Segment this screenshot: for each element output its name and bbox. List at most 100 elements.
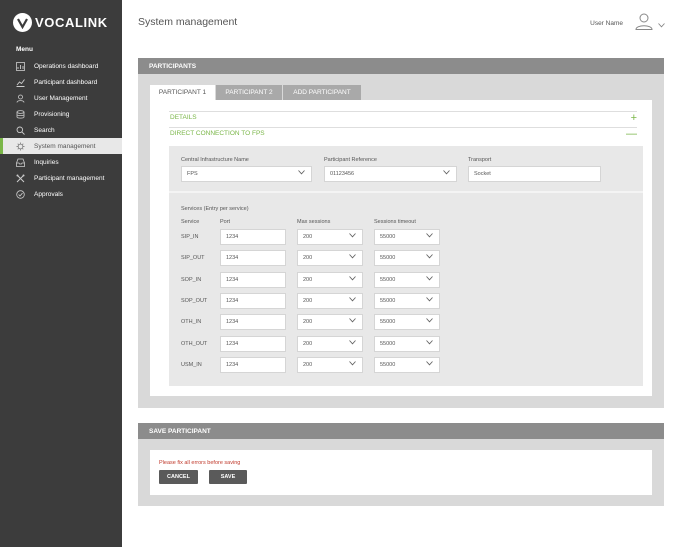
service-row: USM_IN 1234 200 55000 xyxy=(169,357,643,373)
timeout-select[interactable]: 55000 xyxy=(374,357,440,373)
timeout-value: 55000 xyxy=(380,277,396,283)
service-name: SIP_OUT xyxy=(181,255,205,261)
port-input[interactable]: 1234 xyxy=(220,357,286,373)
users-icon xyxy=(16,94,25,103)
service-row: SOP_OUT 1234 200 55000 xyxy=(169,293,643,309)
tab-content: DETAILS + DIRECT CONNECTION TO FPS — Cen… xyxy=(150,100,652,396)
participants-panel: PARTICIPANTS PARTICIPANT 1 PARTICIPANT 2… xyxy=(138,58,664,408)
max-sessions-select[interactable]: 200 xyxy=(297,357,363,373)
timeout-select[interactable]: 55000 xyxy=(374,336,440,352)
timeout-value: 55000 xyxy=(380,255,396,261)
col-max-header: Max sessions xyxy=(297,219,331,225)
max-sessions-select[interactable]: 200 xyxy=(297,336,363,352)
sidebar-item-system-management[interactable]: System management xyxy=(0,138,122,154)
details-accordion[interactable]: DETAILS + xyxy=(169,111,637,124)
sidebar-item-label: User Management xyxy=(34,94,88,102)
participants-panel-title: PARTICIPANTS xyxy=(138,58,664,74)
cancel-button[interactable]: CANCEL xyxy=(159,470,198,484)
service-name: SIP_IN xyxy=(181,234,199,240)
max-sessions-select[interactable]: 200 xyxy=(297,229,363,245)
save-button[interactable]: SAVE xyxy=(209,470,247,484)
sidebar-item-label: Search xyxy=(34,126,55,134)
chevron-down-icon xyxy=(426,297,433,304)
port-input[interactable]: 1234 xyxy=(220,314,286,330)
form-divider xyxy=(169,191,643,193)
user-menu[interactable]: User Name xyxy=(590,12,665,35)
port-input[interactable]: 1234 xyxy=(220,336,286,352)
service-name: SOP_IN xyxy=(181,277,202,283)
save-panel-title: SAVE PARTICIPANT xyxy=(138,423,664,439)
tab-add-participant[interactable]: ADD PARTICIPANT xyxy=(283,85,361,100)
chevron-down-icon xyxy=(349,297,356,304)
error-message: Please fix all errors before saving xyxy=(159,460,241,466)
max-sessions-select[interactable]: 200 xyxy=(297,293,363,309)
sidebar-item-operations-dashboard[interactable]: Operations dashboard xyxy=(0,58,122,74)
chevron-down-icon xyxy=(426,340,433,347)
sidebar-item-user-management[interactable]: User Management xyxy=(0,90,122,106)
timeout-select[interactable]: 55000 xyxy=(374,293,440,309)
sidebar-item-approvals[interactable]: Approvals xyxy=(0,186,122,202)
tab-participant-2[interactable]: PARTICIPANT 2 xyxy=(216,85,282,100)
port-input[interactable]: 1234 xyxy=(220,293,286,309)
max-sessions-select[interactable]: 200 xyxy=(297,314,363,330)
port-input[interactable]: 1234 xyxy=(220,250,286,266)
sidebar-item-label: Participant dashboard xyxy=(34,78,98,86)
services-title: Services (Entry per service) xyxy=(181,206,249,212)
cin-select[interactable]: FPS xyxy=(181,166,312,182)
port-input[interactable]: 1234 xyxy=(220,272,286,288)
sidebar-item-provisioning[interactable]: Provisioning xyxy=(0,106,122,122)
col-port-header: Port xyxy=(220,219,231,225)
max-sessions-value: 200 xyxy=(303,341,313,347)
sidebar-item-label: Operations dashboard xyxy=(34,62,99,70)
user-name: User Name xyxy=(590,20,623,27)
tab-participant-1[interactable]: PARTICIPANT 1 xyxy=(150,85,215,100)
sidebar-item-label: Participant management xyxy=(34,174,105,182)
service-row: OTH_IN 1234 200 55000 xyxy=(169,314,643,330)
search-icon xyxy=(16,126,25,135)
chevron-down-icon xyxy=(349,318,356,325)
port-input[interactable]: 1234 xyxy=(220,229,286,245)
expand-icon[interactable]: + xyxy=(631,112,637,124)
collapse-icon[interactable]: — xyxy=(626,128,637,140)
max-sessions-value: 200 xyxy=(303,298,313,304)
timeout-select[interactable]: 55000 xyxy=(374,272,440,288)
sidebar-item-participant-management[interactable]: Participant management xyxy=(0,170,122,186)
service-name: OTH_IN xyxy=(181,319,202,325)
timeout-select[interactable]: 55000 xyxy=(374,314,440,330)
sidebar-item-inquiries[interactable]: Inquiries xyxy=(0,154,122,170)
timeout-select[interactable]: 55000 xyxy=(374,250,440,266)
chevron-down-icon xyxy=(426,318,433,325)
tools-icon xyxy=(16,174,25,183)
gear-icon xyxy=(16,142,25,151)
sidebar-item-search[interactable]: Search xyxy=(0,122,122,138)
save-panel-body: Please fix all errors before saving CANC… xyxy=(150,450,652,495)
brand-logo[interactable]: VOCALINK xyxy=(13,11,108,33)
menu-title: Menu xyxy=(16,46,33,53)
timeout-value: 55000 xyxy=(380,319,396,325)
pref-select[interactable]: 01123456 xyxy=(324,166,457,182)
sidebar-item-label: System management xyxy=(34,142,96,150)
max-sessions-value: 200 xyxy=(303,234,313,240)
sidebar-item-participant-dashboard[interactable]: Participant dashboard xyxy=(0,74,122,90)
connection-accordion[interactable]: DIRECT CONNECTION TO FPS — xyxy=(169,127,637,140)
connection-accordion-label: DIRECT CONNECTION TO FPS xyxy=(170,130,265,137)
port-value: 1234 xyxy=(226,298,239,304)
pref-label: Participant Reference xyxy=(324,157,377,163)
chevron-down-icon[interactable] xyxy=(658,15,665,33)
transport-input[interactable]: Socket xyxy=(468,166,601,182)
database-icon xyxy=(16,109,25,119)
chart-icon xyxy=(16,61,25,71)
max-sessions-select[interactable]: 200 xyxy=(297,250,363,266)
save-participant-panel: SAVE PARTICIPANT Please fix all errors b… xyxy=(138,423,664,506)
max-sessions-value: 200 xyxy=(303,277,313,283)
chevron-down-icon xyxy=(426,276,433,283)
sidebar-nav: Operations dashboard Participant dashboa… xyxy=(0,58,122,202)
max-sessions-select[interactable]: 200 xyxy=(297,272,363,288)
col-timeout-header: Sessions timeout xyxy=(374,219,416,225)
check-circle-icon xyxy=(16,189,25,199)
transport-value: Socket xyxy=(474,171,491,177)
service-name: USM_IN xyxy=(181,362,202,368)
sidebar-item-label: Inquiries xyxy=(34,158,59,166)
service-row: SOP_IN 1234 200 55000 xyxy=(169,272,643,288)
timeout-select[interactable]: 55000 xyxy=(374,229,440,245)
